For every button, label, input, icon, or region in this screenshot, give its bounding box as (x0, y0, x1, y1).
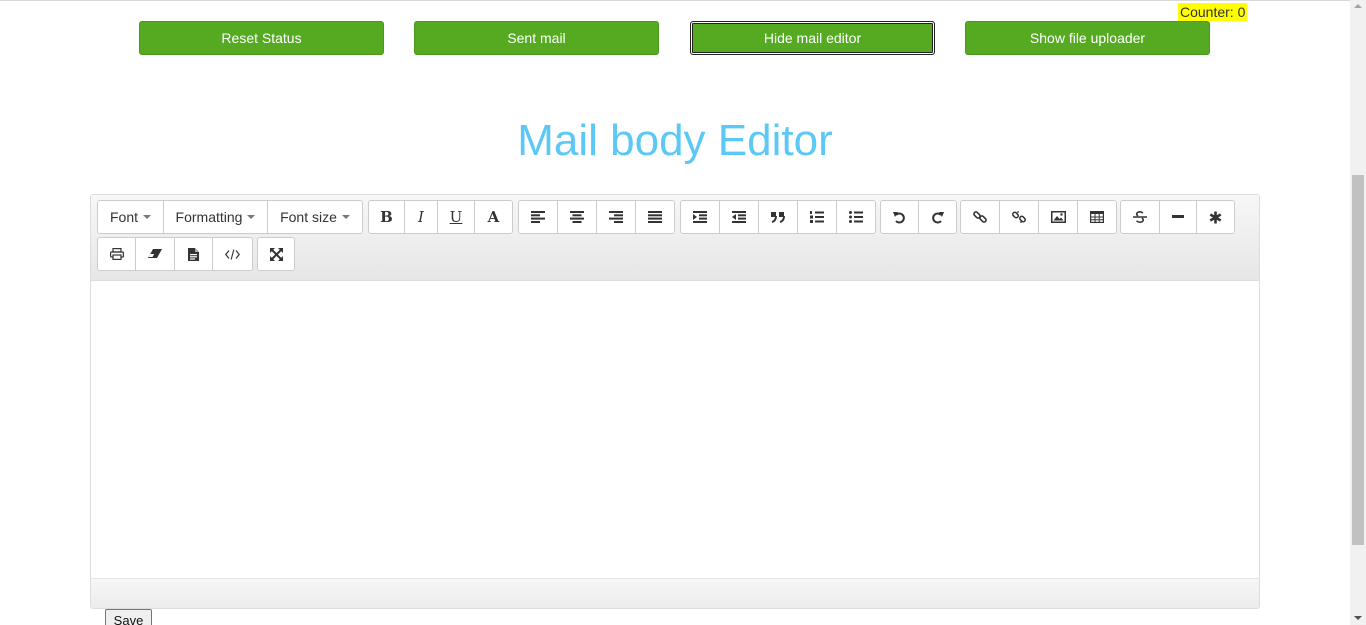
formatting-dropdown[interactable]: Formatting (164, 201, 268, 233)
font-dropdown[interactable]: Font (98, 201, 164, 233)
tools-group (97, 237, 253, 271)
ordered-list-icon (810, 211, 824, 223)
undo-icon (893, 211, 905, 223)
align-justify-icon (648, 211, 662, 223)
editor-statusbar[interactable] (91, 578, 1259, 608)
mail-editor: Font Formatting Font size B I U A (90, 194, 1260, 609)
page-title: Mail body Editor (517, 116, 833, 165)
align-center-icon (570, 211, 584, 223)
page-scrollbar[interactable] (1350, 0, 1366, 625)
save-button[interactable]: Save (105, 609, 152, 625)
table-icon (1090, 211, 1104, 223)
view-group (257, 237, 295, 271)
link-button[interactable] (961, 201, 1000, 233)
paragraph-group (680, 200, 876, 234)
special-char-button[interactable] (1197, 201, 1234, 233)
unordered-list-button[interactable] (837, 201, 875, 233)
font-size-dropdown[interactable]: Font size (268, 201, 362, 233)
chevron-down-icon (341, 215, 350, 219)
scroll-down-icon[interactable] (1354, 616, 1362, 620)
fullscreen-button[interactable] (258, 238, 294, 270)
counter-label: Counter: 0 (1178, 3, 1248, 21)
outdent-icon (732, 211, 746, 223)
print-icon (109, 248, 124, 260)
link-icon (973, 211, 987, 223)
editor-toolbar: Font Formatting Font size B I U A (91, 195, 1259, 281)
align-right-button[interactable] (597, 201, 636, 233)
outdent-button[interactable] (720, 201, 759, 233)
formatting-dropdown-label: Formatting (175, 209, 243, 225)
sent-mail-button[interactable]: Sent mail (414, 21, 659, 55)
unlink-icon (1012, 211, 1026, 223)
insert-group (960, 200, 1117, 234)
unlink-button[interactable] (1000, 201, 1039, 233)
redo-icon (932, 211, 944, 223)
ordered-list-button[interactable] (798, 201, 837, 233)
indent-button[interactable] (681, 201, 720, 233)
align-justify-button[interactable] (636, 201, 674, 233)
align-left-icon (531, 211, 545, 223)
align-center-button[interactable] (558, 201, 597, 233)
align-right-icon (609, 211, 623, 223)
blockquote-icon (771, 212, 785, 223)
blockquote-button[interactable] (759, 201, 798, 233)
image-icon (1050, 211, 1066, 223)
alignment-group (518, 200, 675, 234)
undo-button[interactable] (881, 201, 919, 233)
font-group: Font Formatting Font size (97, 200, 363, 234)
scroll-thumb[interactable] (1352, 175, 1364, 545)
text-style-group: B I U A (368, 200, 513, 234)
reset-status-button[interactable]: Reset Status (139, 21, 384, 55)
chevron-down-icon (247, 215, 256, 219)
strikethrough-icon (1133, 211, 1147, 224)
code-icon (225, 248, 240, 260)
bold-icon: B (380, 208, 393, 226)
special-char-icon (1209, 211, 1222, 223)
chevron-down-icon (143, 215, 151, 219)
misc-group (1120, 200, 1235, 234)
underline-icon: U (449, 208, 463, 226)
hide-mail-editor-button[interactable]: Hide mail editor (690, 21, 935, 55)
bold-button[interactable]: B (369, 201, 405, 233)
indent-icon (693, 211, 707, 223)
document-icon (188, 247, 199, 261)
image-button[interactable] (1039, 201, 1078, 233)
eraser-button[interactable] (136, 238, 175, 270)
font-size-dropdown-label: Font size (280, 209, 337, 225)
font-dropdown-label: Font (109, 209, 138, 225)
table-button[interactable] (1078, 201, 1116, 233)
unordered-list-icon (849, 211, 863, 223)
horizontal-rule-icon (1172, 215, 1184, 218)
strikethrough-button[interactable] (1121, 201, 1160, 233)
document-button[interactable] (175, 238, 213, 270)
eraser-icon (148, 249, 162, 258)
top-border (0, 0, 1350, 2)
fullscreen-icon (269, 247, 283, 261)
code-view-button[interactable] (213, 238, 252, 270)
underline-button[interactable]: U (438, 201, 475, 233)
italic-icon: I (418, 208, 424, 226)
italic-button[interactable]: I (405, 201, 438, 233)
history-group (880, 200, 957, 234)
align-left-button[interactable] (519, 201, 558, 233)
scroll-up-icon[interactable] (1354, 4, 1362, 8)
editor-content-area[interactable] (91, 281, 1259, 579)
font-color-icon: A (487, 208, 500, 226)
print-button[interactable] (98, 238, 136, 270)
show-file-uploader-button[interactable]: Show file uploader (965, 21, 1210, 55)
horizontal-rule-button[interactable] (1160, 201, 1197, 233)
redo-button[interactable] (919, 201, 956, 233)
font-color-button[interactable]: A (475, 201, 512, 233)
